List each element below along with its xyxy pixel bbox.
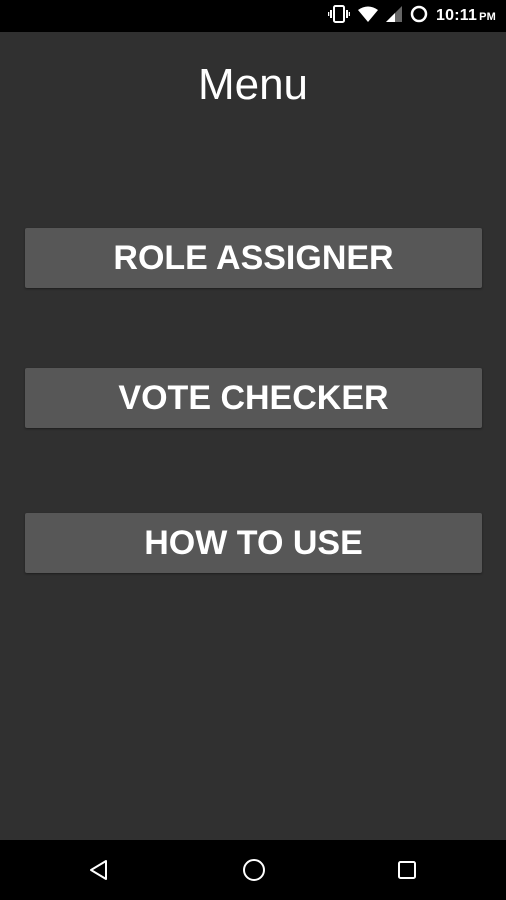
back-icon xyxy=(90,860,107,880)
how-to-use-button[interactable]: HOW TO USE xyxy=(25,513,482,573)
page-title: Menu xyxy=(197,60,309,109)
recents-button[interactable] xyxy=(387,850,427,890)
status-time: 10:11 PM xyxy=(436,7,496,25)
home-icon xyxy=(243,859,265,881)
status-time-ampm: PM xyxy=(479,11,496,23)
role-assigner-button[interactable]: ROLE ASSIGNER xyxy=(25,228,482,288)
vibrate-icon xyxy=(327,4,351,28)
home-button[interactable] xyxy=(234,850,274,890)
status-time-value: 10:11 xyxy=(436,7,478,24)
vote-checker-button[interactable]: VOTE CHECKER xyxy=(25,368,482,428)
status-icons: 10:11 PM xyxy=(327,0,496,32)
recents-icon xyxy=(398,861,416,879)
navigation-bar xyxy=(0,840,506,900)
sync-icon xyxy=(410,5,428,28)
status-bar: 10:11 PM xyxy=(0,0,506,32)
signal-icon xyxy=(386,5,403,27)
menu-screen: Menu ROLE ASSIGNER VOTE CHECKER HOW TO U… xyxy=(0,32,506,840)
wifi-icon xyxy=(358,6,379,27)
back-button[interactable] xyxy=(79,850,119,890)
